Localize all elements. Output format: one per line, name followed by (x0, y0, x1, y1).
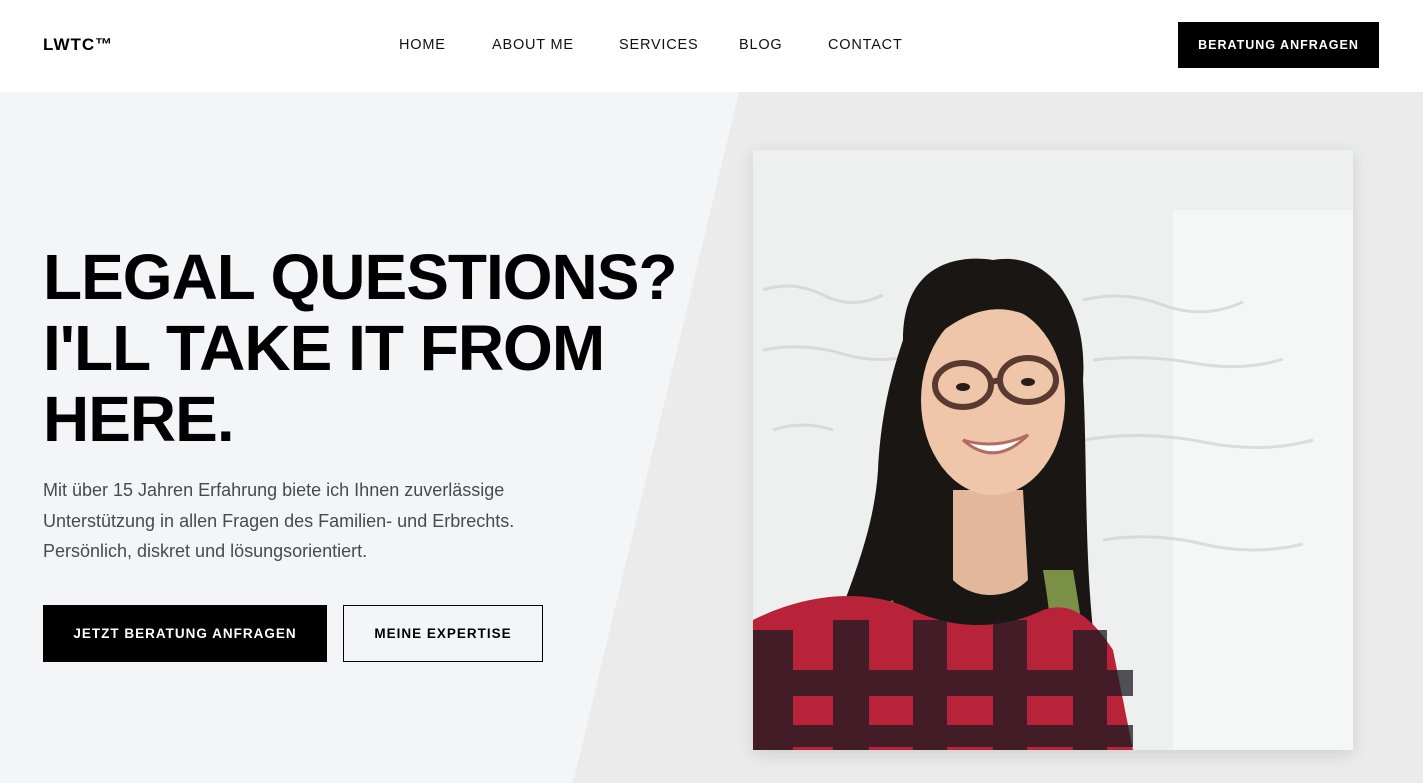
hero-section: LEGAL QUESTIONS? I'LL TAKE IT FROM HERE.… (0, 92, 1423, 783)
hero-description: Mit über 15 Jahren Erfahrung biete ich I… (43, 480, 515, 561)
nav-item-about-me[interactable]: ABOUT ME (492, 37, 574, 53)
nav-item-contact[interactable]: CONTACT (828, 37, 903, 53)
nav-item-services[interactable]: SERVICES (619, 37, 698, 53)
expertise-button[interactable]: MEINE EXPERTISE (343, 605, 543, 662)
nav-item-blog[interactable]: BLOG (739, 37, 783, 53)
header-consultation-button[interactable]: BERATUNG ANFRAGEN (1178, 22, 1379, 68)
hero-title: LEGAL QUESTIONS? I'LL TAKE IT FROM HERE. (43, 241, 678, 455)
nav-item-home[interactable]: HOME (399, 37, 446, 53)
portrait-image (753, 150, 1353, 750)
portrait-illustration (753, 150, 1353, 750)
site-header: LWTC™ HOME ABOUT ME SERVICES BLOG CONTAC… (0, 0, 1423, 92)
request-consultation-button[interactable]: JETZT BERATUNG ANFRAGEN (43, 605, 327, 662)
